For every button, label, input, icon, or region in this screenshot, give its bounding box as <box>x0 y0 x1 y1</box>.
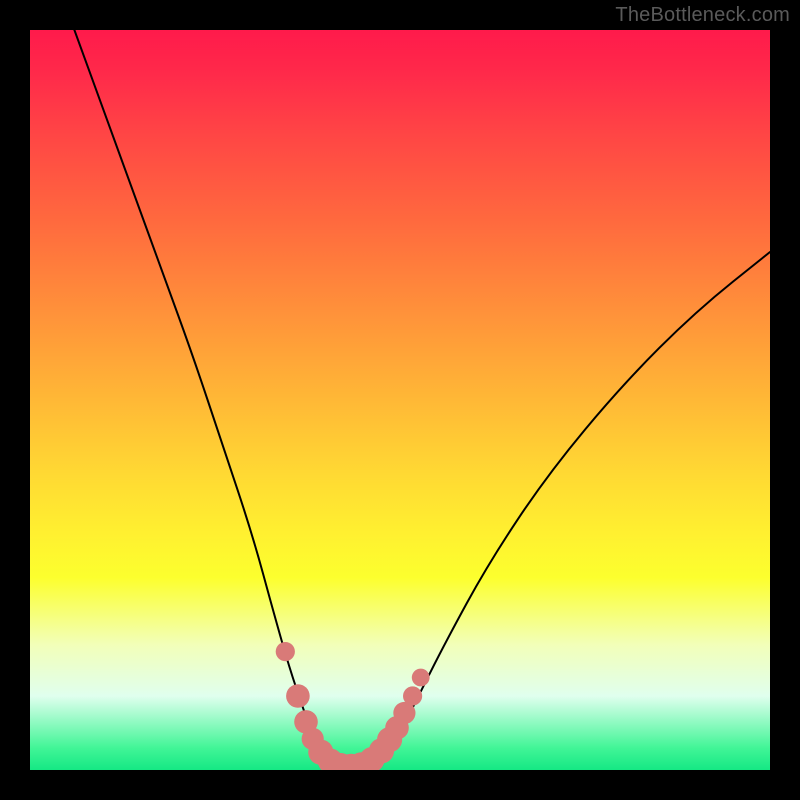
marker-dot <box>276 642 295 661</box>
curve-layer <box>30 30 770 770</box>
chart-frame: TheBottleneck.com <box>0 0 800 800</box>
marker-dot <box>286 684 310 708</box>
watermark-text: TheBottleneck.com <box>615 4 790 27</box>
marker-dot <box>412 669 430 687</box>
marker-dot <box>403 686 422 705</box>
bottleneck-curve <box>74 30 770 766</box>
marker-group <box>276 642 430 770</box>
plot-area <box>30 30 770 770</box>
